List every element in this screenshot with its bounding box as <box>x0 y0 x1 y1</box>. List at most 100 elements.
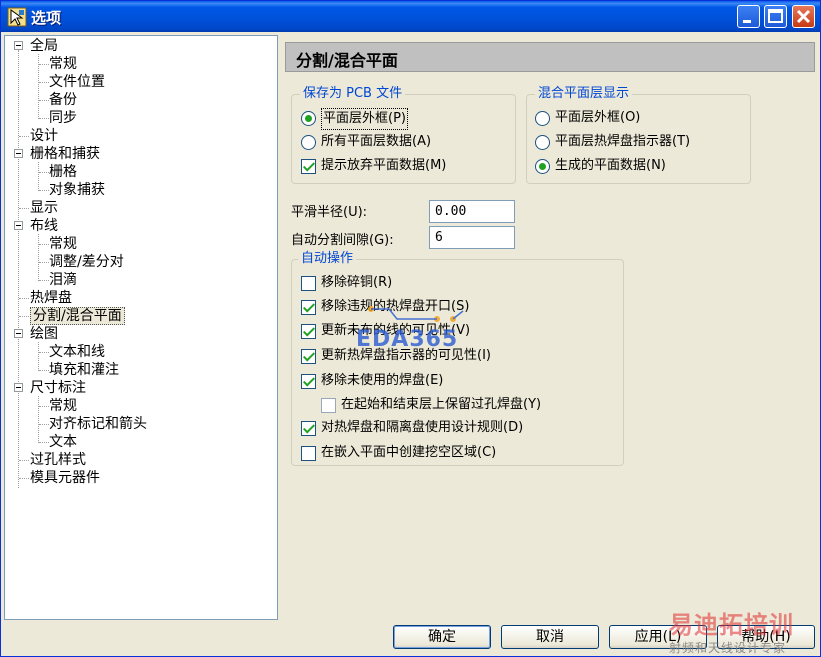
smooth-radius-input[interactable]: 0.00 <box>429 200 515 223</box>
keep-via-pads-label: 在起始和结束层上保留过孔焊盘(Y) <box>341 397 542 412</box>
tree-item-label: 常规 <box>49 398 77 414</box>
checkbox-indicator <box>301 159 316 174</box>
tree-connector <box>38 162 39 191</box>
save-plane-outline-label: 平面层外框(P) <box>321 108 408 130</box>
tree-connector <box>39 244 49 245</box>
tree-item[interactable]: 模具元器件 <box>30 469 100 487</box>
auto-operations-legend: 自动操作 <box>298 251 357 267</box>
tree-item-label: 热焊盘 <box>30 290 72 306</box>
tree-connector <box>39 442 49 443</box>
save-all-plane-data-label: 所有平面层数据(A) <box>321 134 432 149</box>
tree-item[interactable]: 过孔样式 <box>30 451 86 469</box>
tree-item[interactable]: 布线 <box>30 217 58 235</box>
checkbox-indicator <box>321 398 336 413</box>
tree-connector <box>19 298 29 299</box>
tree-item-label: 常规 <box>49 56 77 72</box>
auto-gap-input[interactable]: 6 <box>429 226 515 249</box>
remove-copper-label: 移除碎铜(R) <box>321 275 393 290</box>
options-tree[interactable]: 全局 常规 文件位置 备份 同步 设计 栅格和捕获 栅格 对象捕获 显示 布线 常规 调整/差分对 泪滴热… <box>4 35 278 620</box>
tree-expander-icon[interactable] <box>14 221 23 230</box>
cancel-button[interactable]: 取消 <box>501 625 599 649</box>
tree-expander-icon[interactable] <box>14 41 23 50</box>
tree-item[interactable]: 泪滴 <box>49 271 77 289</box>
app-icon <box>7 7 27 27</box>
tree-connector <box>19 460 29 461</box>
tree-connector <box>39 406 49 407</box>
display-thermal-indicator-label: 平面层热焊盘指示器(T) <box>555 134 691 149</box>
tree-item[interactable]: 全局 <box>30 37 58 55</box>
tree-item[interactable]: 填充和灌注 <box>49 361 119 379</box>
tree-connector <box>19 208 29 209</box>
tree-item[interactable]: 对齐标记和箭头 <box>49 415 147 433</box>
tree-connector <box>19 478 29 479</box>
close-button[interactable] <box>792 5 815 28</box>
ok-button[interactable]: 确定 <box>393 625 491 649</box>
tree-connector <box>38 342 39 371</box>
tree-item[interactable]: 分割/混合平面 <box>30 307 125 325</box>
tree-item-label: 文件位置 <box>49 74 105 90</box>
checkbox-indicator <box>301 276 316 291</box>
minimize-button[interactable] <box>737 5 760 28</box>
tree-item[interactable]: 栅格 <box>49 163 77 181</box>
radio-indicator <box>535 159 550 174</box>
tree-item[interactable]: 调整/差分对 <box>49 253 124 271</box>
tree-item-label: 全局 <box>30 38 58 54</box>
tree-item-label: 设计 <box>30 128 58 144</box>
tree-item-label: 尺寸标注 <box>30 380 86 396</box>
panel-title: 分割/混合平面 <box>296 51 398 70</box>
checkbox-indicator <box>301 421 316 436</box>
tree-expander-icon[interactable] <box>14 383 23 392</box>
tree-item[interactable]: 备份 <box>49 91 77 109</box>
panel-header: 分割/混合平面 <box>285 42 815 72</box>
tree-connector <box>38 396 39 443</box>
tree-item[interactable]: 常规 <box>49 235 77 253</box>
radio-indicator <box>301 111 316 126</box>
tree-item[interactable]: 常规 <box>49 397 77 415</box>
tree-item[interactable]: 显示 <box>30 199 58 217</box>
tree-connector <box>39 82 49 83</box>
remove-unused-pads-label: 移除未使用的焊盘(E) <box>321 373 444 388</box>
auto-operations-group: 自动操作 移除碎铜(R) 移除违规的热焊盘开口(S) 更新未布的线的可见性(V)… <box>291 251 624 466</box>
tree-item[interactable]: 尺寸标注 <box>30 379 86 397</box>
tree-item[interactable]: 同步 <box>49 109 77 127</box>
tree-item-label: 对象捕获 <box>49 182 105 198</box>
tree-item[interactable]: 绘图 <box>30 325 58 343</box>
display-generated-data-label: 生成的平面数据(N) <box>555 158 666 173</box>
save-as-pcb-group: 保存为 PCB 文件 平面层外框(P) 所有平面层数据(A) 提示放弃平面数据(… <box>291 86 516 184</box>
tree-item-label: 填充和灌注 <box>49 362 119 378</box>
tree-item[interactable]: 文本 <box>49 433 77 451</box>
tree-item[interactable]: 对象捕获 <box>49 181 105 199</box>
tree-item-label: 布线 <box>30 218 58 234</box>
use-design-rules-label: 对热焊盘和隔离盘使用设计规则(D) <box>321 420 524 435</box>
display-plane-outline-label: 平面层外框(O) <box>555 110 641 125</box>
maximize-button[interactable] <box>764 5 787 28</box>
tree-item-label: 显示 <box>30 200 58 216</box>
tree-item-label: 模具元器件 <box>30 470 100 486</box>
tree-item-label: 常规 <box>49 236 77 252</box>
tree-connector <box>38 234 39 281</box>
tree-expander-icon[interactable] <box>14 149 23 158</box>
tree-item-label: 栅格 <box>49 164 77 180</box>
tree-item-label: 泪滴 <box>49 272 77 288</box>
tree-item[interactable]: 设计 <box>30 127 58 145</box>
auto-gap-label: 自动分割间隙(G): <box>291 233 394 248</box>
tree-item[interactable]: 文本和线 <box>49 343 105 361</box>
tree-item[interactable]: 热焊盘 <box>30 289 72 307</box>
checkbox-indicator <box>301 300 316 315</box>
tree-item[interactable]: 常规 <box>49 55 77 73</box>
tree-item-label: 文本和线 <box>49 344 105 360</box>
tree-connector <box>39 172 49 173</box>
title-bar[interactable]: 选项 <box>1 1 820 32</box>
tree-connector <box>39 370 49 371</box>
tree-item-label: 调整/差分对 <box>49 254 124 270</box>
tree-connector <box>39 64 49 65</box>
tree-expander-icon[interactable] <box>14 329 23 338</box>
save-as-pcb-legend: 保存为 PCB 文件 <box>300 86 406 102</box>
options-dialog: 选项 全局 常规 文件位置 备份 同步 设计 栅格和捕获 栅格 对象捕获 显示 布线 常规 调整/差分对… <box>0 0 821 657</box>
tree-item[interactable]: 栅格和捕获 <box>30 145 100 163</box>
tree-connector <box>19 136 29 137</box>
tree-item[interactable]: 文件位置 <box>49 73 105 91</box>
smooth-radius-label: 平滑半径(U): <box>291 205 368 220</box>
tree-connector <box>39 424 49 425</box>
tree-connector <box>39 262 49 263</box>
